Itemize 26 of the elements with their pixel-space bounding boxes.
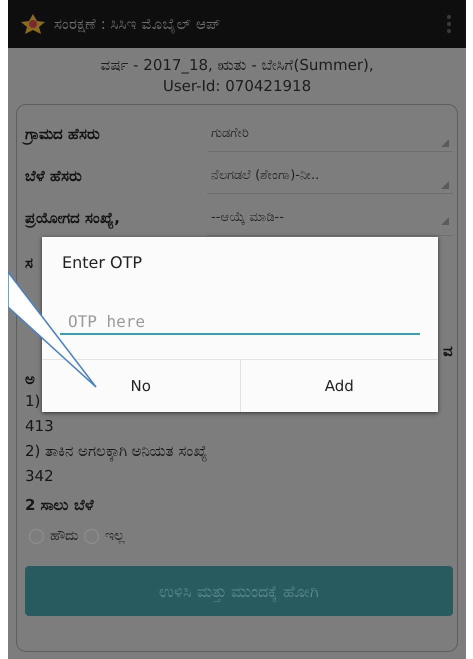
otp-input-field[interactable]: OTP here [60, 310, 420, 335]
label-fragment: ಅ [25, 369, 35, 389]
radio-label: ಇಲ್ಲ [105, 528, 125, 544]
user-id-text: User-Id: 070421918 [162, 76, 312, 97]
dropdown-corner-icon [441, 216, 449, 224]
app-title: ಸಂರಕ್ಷಣೆ : ಸಿಸಿಇ ಮೊಬೈಲ್ ಆಪ್ [54, 15, 222, 33]
value-text: 342 [25, 466, 54, 487]
section-label: 2 ಸಾಲು ಬೆಳೆ [25, 495, 94, 516]
dropdown[interactable]: --ಆಯ್ಕೆ ಮಾಡಿ-- [207, 200, 453, 236]
dropdown-corner-icon [441, 138, 449, 146]
dialog-button[interactable]: No [42, 360, 240, 412]
season-text: ವರ್ಷ - 2017_18, ಋತು - ಬೇಸಿಗೆ(Summer), [99, 55, 375, 76]
dialog-button[interactable]: Add [240, 360, 438, 412]
field-label: ಪ್ರಯೋಗದ ಸಂಖ್ಯೆ, [25, 209, 121, 227]
radio-label: ಹೌದು [50, 528, 78, 544]
dropdown-corner-icon [441, 180, 449, 188]
value-text: 413 [25, 416, 54, 437]
item-number: 1) [25, 391, 40, 412]
label-fragment: ಸ [25, 253, 33, 273]
label-fragment: ವ [443, 341, 453, 361]
field-label: ಬೆಳೆ ಹೆಸರು [25, 167, 84, 185]
item-label: 2) ತಾಕಿನ ಅಗಲಕ್ಕಾಗಿ ಅನಿಯತ ಸಂಖ್ಯೆ [25, 441, 208, 464]
dropdown[interactable]: ಗುಡಗೇರಿ [207, 116, 453, 152]
menu-icon[interactable] [446, 14, 452, 34]
dropdown[interactable]: ನೆಲಗಡಲೆ (ಶೇಂಗಾ)-ನೀ.. [207, 158, 453, 194]
dialog-title: Enter OTP [61, 252, 144, 272]
